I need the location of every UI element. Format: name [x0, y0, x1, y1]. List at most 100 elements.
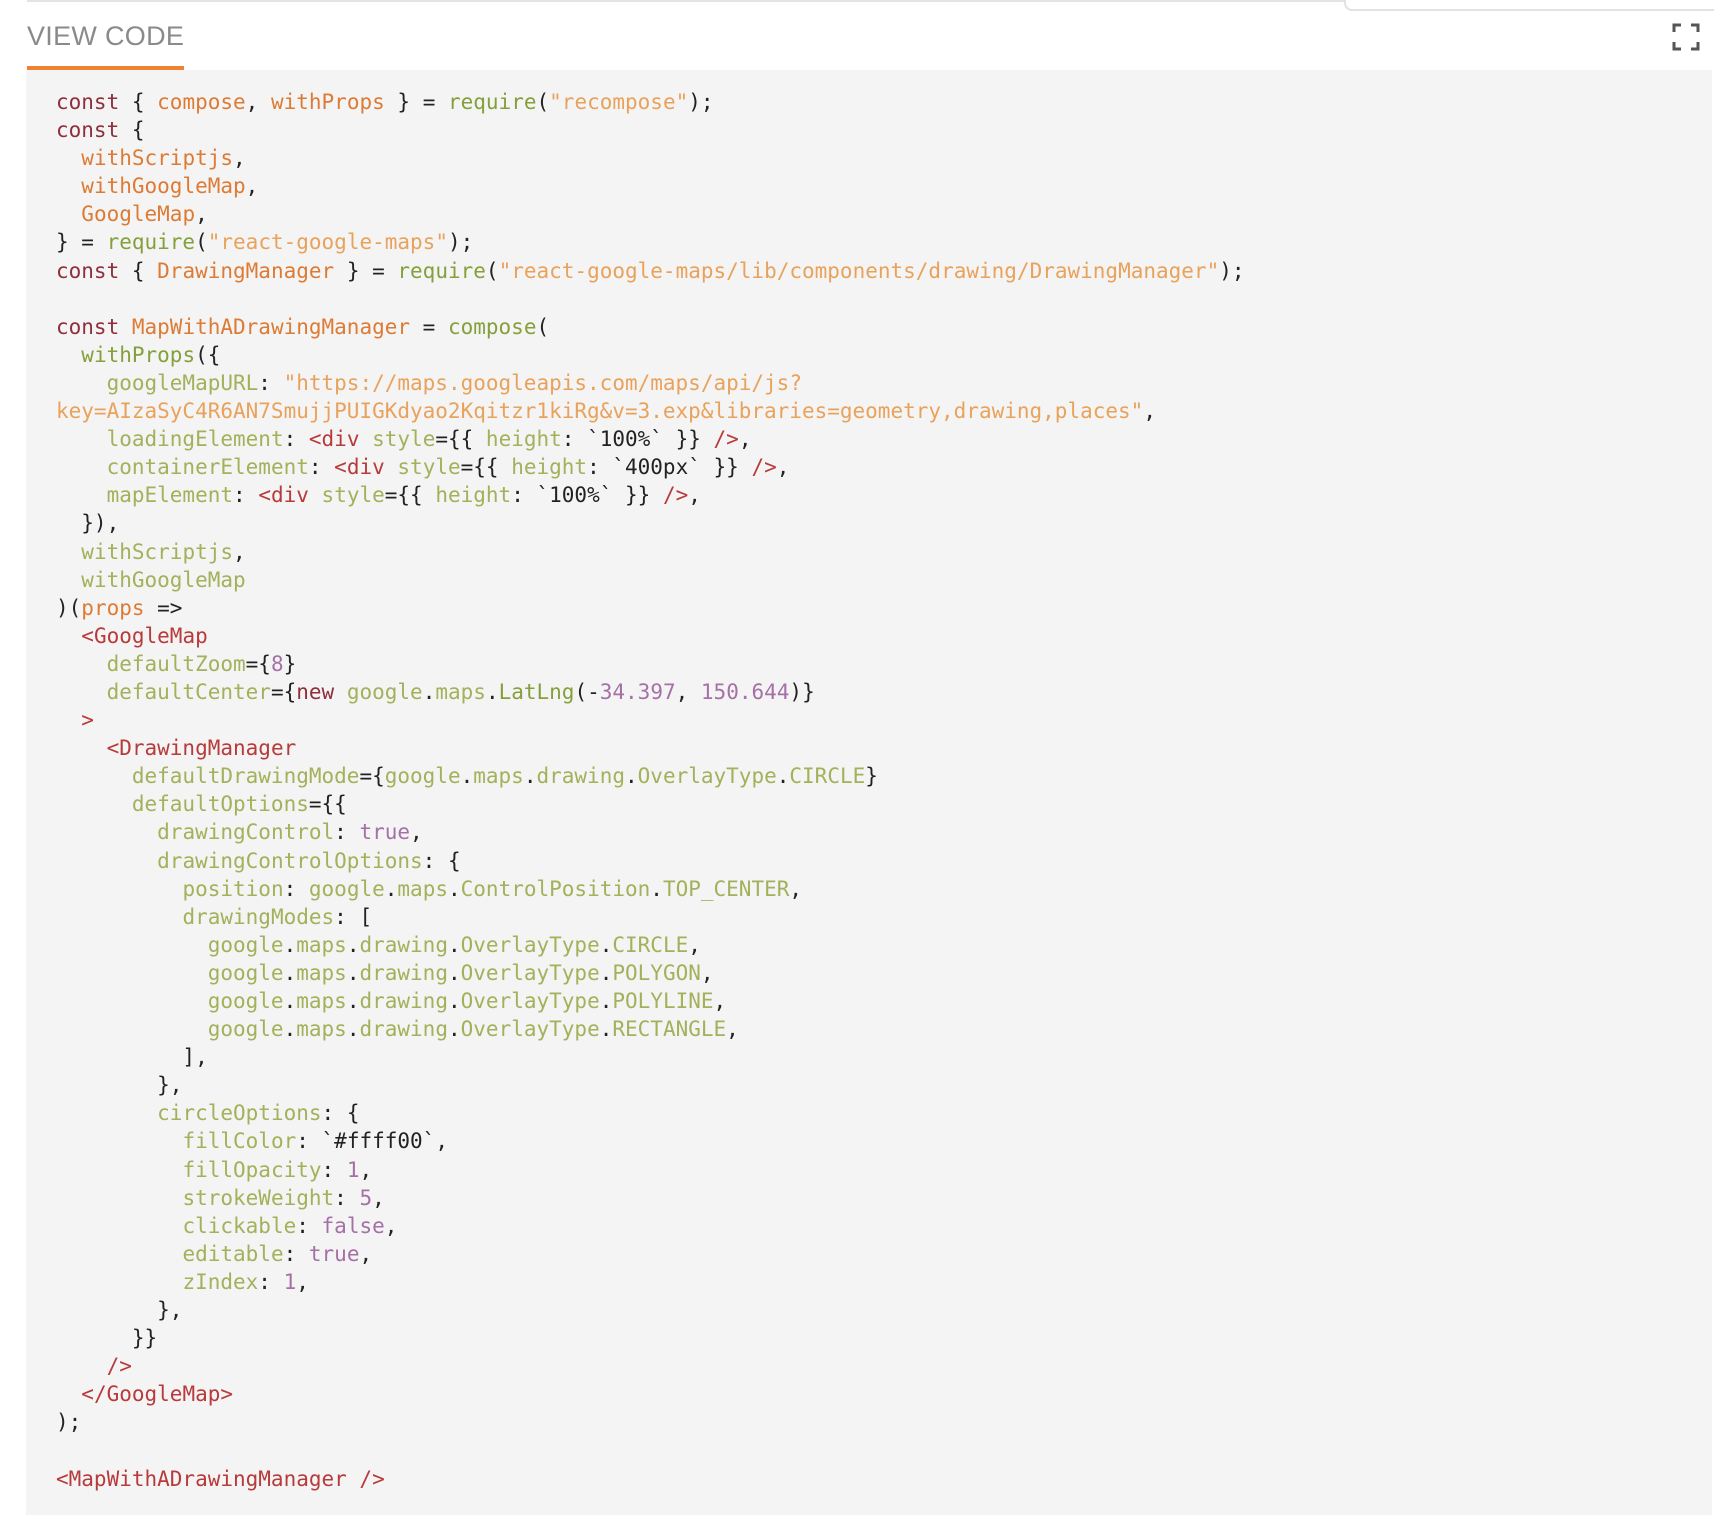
code-token: );	[688, 90, 714, 114]
code-token: .	[599, 960, 613, 985]
code-token: drawing	[536, 764, 625, 789]
code-line: defaultZoom={8}	[56, 650, 1245, 678]
code-token: );	[1219, 258, 1245, 283]
code-token: true	[308, 1241, 360, 1266]
code-token: clickable	[182, 1213, 297, 1238]
code-token: ],	[56, 1045, 208, 1070]
code-token: .	[346, 989, 360, 1013]
code-token: key=AIzaSyC4R6AN7SmujjPUIGKdyao2Kqitzr1k…	[56, 399, 1144, 424]
fullscreen-icon-graphic	[1672, 23, 1700, 51]
code-token: ,	[372, 1185, 385, 1210]
code-token: drawing	[359, 989, 448, 1013]
code-line: mapElement: <div style={{ height: `100%`…	[56, 481, 1245, 509]
code-token: ,	[245, 90, 271, 114]
code-line: }),	[56, 509, 1245, 537]
code-token: ,	[789, 876, 803, 901]
code-token: </GoogleMap>	[81, 1382, 234, 1407]
code-token: .	[599, 989, 613, 1013]
code-token: .	[283, 989, 297, 1013]
code-token: `400px`	[612, 455, 701, 480]
code-line: </GoogleMap>	[56, 1380, 1245, 1408]
code-line: google.maps.drawing.OverlayType.RECTANGL…	[56, 1015, 1245, 1043]
code-token: "react-google-maps/lib/components/drawin…	[498, 258, 1220, 283]
code-token: withScriptjs	[81, 539, 234, 564]
code-line: defaultCenter={new google.maps.LatLng(-3…	[56, 678, 1245, 706]
code-line: defaultOptions={{	[56, 790, 1245, 818]
code-token: loadingElement	[106, 427, 284, 452]
code-line: drawingModes: [	[56, 903, 1245, 931]
code-token: ,	[384, 1213, 398, 1238]
code-line: containerElement: <div style={{ height: …	[56, 453, 1245, 481]
code-line: withScriptjs,	[56, 144, 1245, 172]
tab-view-code[interactable]: VIEW CODE	[27, 20, 185, 70]
code-token: fillOpacity	[182, 1157, 322, 1182]
code-token: },	[56, 1298, 183, 1323]
code-token: ,	[688, 483, 701, 508]
code-token: "https://maps.googleapis.com/maps/api/js…	[283, 370, 802, 395]
code-line: drawingControl: true,	[56, 818, 1245, 846]
code-token: }}	[700, 455, 752, 480]
code-token: :	[296, 1213, 322, 1238]
fullscreen-icon[interactable]	[1672, 23, 1700, 51]
code-token: withGoogleMap	[81, 567, 246, 592]
code-line: position: google.maps.ControlPosition.TO…	[56, 875, 1245, 903]
code-token: OverlayType	[460, 932, 600, 957]
code-token: maps	[296, 960, 347, 985]
code-token: withScriptjs	[81, 146, 234, 171]
code-token: googleMapURL	[106, 370, 259, 395]
code-token: ={	[359, 764, 385, 789]
code-token: drawing	[359, 932, 448, 957]
code-token: style	[372, 427, 436, 452]
code-token: OverlayType	[637, 764, 777, 789]
code-token: compose	[447, 314, 537, 339]
code-token: editable	[182, 1241, 284, 1266]
top-corner-outline	[1344, 0, 1714, 11]
code-token: 34.397	[599, 679, 676, 704]
code-token: :	[308, 455, 335, 480]
code-token: defaultDrawingMode	[131, 764, 360, 789]
code-token: ,	[233, 146, 246, 171]
code-token: }),	[56, 511, 120, 536]
code-token: :	[283, 876, 309, 901]
code-token: google	[384, 764, 461, 789]
code-token: );	[447, 230, 474, 255]
code-token: google	[346, 679, 423, 704]
code-token: CIRCLE	[789, 764, 866, 789]
code-token: POLYGON	[612, 960, 701, 985]
code-token: )(	[56, 595, 82, 620]
code-token: :	[321, 1157, 347, 1182]
code-token: 1	[283, 1269, 297, 1294]
code-line: const { DrawingManager } = require("reac…	[56, 257, 1245, 285]
code-token: :	[334, 820, 360, 845]
code-token: :	[587, 455, 613, 480]
code-token: .	[447, 932, 461, 957]
code-token: google	[207, 932, 284, 957]
code-token: ={{	[384, 483, 436, 508]
code-token: google	[308, 876, 385, 901]
code-token: google	[207, 1017, 284, 1042]
code-token: <div	[258, 483, 309, 508]
code-token: {	[119, 90, 158, 114]
code-token: {	[119, 118, 145, 143]
code-token: (	[536, 314, 550, 339]
code-line: loadingElement: <div style={{ height: `1…	[56, 425, 1245, 453]
code-token: ,	[296, 1269, 309, 1294]
code-token: },	[56, 1073, 183, 1098]
code-line: },	[56, 1071, 1245, 1099]
code-token: maps	[473, 764, 524, 789]
code-line: withScriptjs,	[56, 538, 1245, 566]
code-token: ,	[359, 1157, 373, 1182]
code-token: 1	[346, 1157, 360, 1182]
code-token: GoogleMap	[81, 202, 196, 227]
code-line: google.maps.drawing.OverlayType.POLYGON,	[56, 959, 1245, 987]
code-token: :	[296, 1129, 322, 1154]
